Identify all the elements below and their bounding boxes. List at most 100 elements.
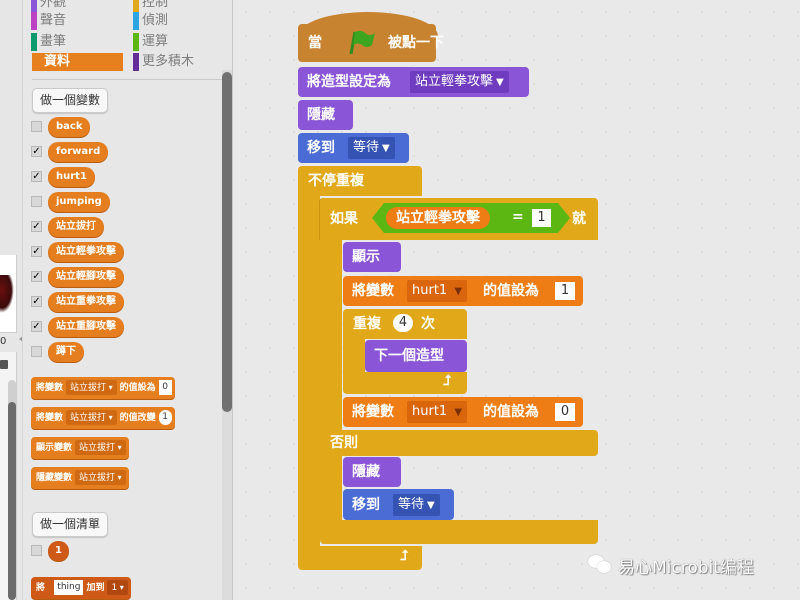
variable-checkbox[interactable]: ✓ — [31, 296, 42, 307]
variable-checkbox[interactable] — [31, 196, 42, 207]
equals-operator-block[interactable]: 站立輕拳攻擊 = 1 — [372, 203, 570, 233]
if-block-arm — [320, 240, 342, 430]
go-to-block[interactable]: 移到 等待 ▼ — [343, 489, 454, 520]
dropdown-arrow-icon: ▼ — [427, 500, 435, 511]
hide-block[interactable]: 隱藏 — [298, 100, 353, 130]
palette-show-variable-block[interactable]: 顯示變數 站立拔打 — [31, 437, 129, 459]
when-flag-clicked-block[interactable]: 當 被點一下 — [298, 24, 444, 62]
variable-reporter[interactable]: 站立重腳攻擊 — [48, 317, 124, 337]
variable-reporter[interactable]: 站立輕拳攻擊 — [386, 207, 490, 229]
if-else-block-foot — [320, 520, 598, 544]
repeat-block-arm — [343, 339, 365, 372]
variable-reporter[interactable]: 站立輕拳攻擊 — [48, 242, 124, 262]
make-variable-button[interactable]: 做一個變數 — [32, 88, 109, 113]
variable-checkbox[interactable] — [31, 121, 42, 132]
go-to-target-dropdown[interactable]: 等待 ▼ — [348, 137, 395, 159]
variable-dropdown[interactable]: 站立拔打 — [75, 470, 126, 485]
if-else-block[interactable]: 如果 站立輕拳攻擊 = 1 就 — [320, 198, 598, 240]
palette-set-variable-block[interactable]: 將變數站立拔打的值設為0 — [31, 377, 175, 399]
set-variable-block[interactable]: 將變數 hurt1 ▼ 的值設為 1 — [343, 276, 583, 306]
variable-reporter[interactable]: hurt1 — [48, 167, 95, 187]
go-to-block[interactable]: 移到 等待 ▼ — [298, 133, 409, 163]
variable-reporter[interactable]: 站立輕腳攻擊 — [48, 267, 124, 287]
loop-arrow-icon: ⮥ — [400, 548, 409, 564]
dropdown-arrow-icon: ▼ — [496, 77, 504, 88]
sprite-scrollbar-thumb[interactable] — [8, 402, 16, 600]
variable-checkbox[interactable]: ✓ — [31, 221, 42, 232]
green-flag-icon — [349, 30, 375, 55]
variable-reporter[interactable]: jumping — [48, 192, 110, 212]
set-variable-block[interactable]: 將變數 hurt1 ▼ 的值設為 0 — [343, 397, 583, 427]
dropdown-arrow-icon: ▼ — [382, 143, 390, 154]
category-looks[interactable]: 外觀 — [31, 0, 66, 12]
category-sound[interactable]: 聲音 — [31, 12, 66, 30]
palette-change-variable-block[interactable]: 將變數站立拔打的值改變1 — [31, 407, 175, 429]
camera-icon[interactable] — [0, 360, 8, 369]
list-dropdown[interactable]: 1 — [107, 580, 128, 595]
category-color-bar — [31, 12, 37, 30]
variable-reporter[interactable]: forward — [48, 142, 109, 162]
wechat-icon — [588, 555, 612, 575]
variable-checkbox[interactable] — [31, 346, 42, 357]
category-color-bar — [31, 0, 37, 12]
dropdown-arrow-icon: ▼ — [454, 407, 463, 418]
value-input[interactable]: 1 — [555, 282, 575, 300]
else-section: 否則 — [320, 430, 598, 456]
costume-dropdown[interactable]: 站立輕拳攻擊 ▼ — [410, 71, 509, 93]
variable-checkbox[interactable]: ✓ — [31, 171, 42, 182]
forever-block-foot: ⮥ — [298, 546, 422, 570]
category-color-bar — [133, 0, 139, 12]
variable-checkbox[interactable]: ✓ — [31, 146, 42, 157]
category-pen[interactable]: 畫筆 — [31, 33, 66, 51]
repeat-count-input[interactable]: 4 — [393, 314, 413, 332]
sprite-figure — [0, 275, 14, 313]
watermark: 易心Microbit编程 — [588, 553, 754, 578]
category-more-blocks[interactable]: 更多積木 — [133, 53, 194, 71]
make-list-button[interactable]: 做一個清單 — [32, 512, 109, 537]
variable-checkbox[interactable]: ✓ — [31, 271, 42, 282]
value-input[interactable]: 0 — [158, 380, 172, 395]
forever-block[interactable]: 不停重複 — [298, 166, 422, 196]
list-checkbox[interactable] — [31, 545, 42, 556]
category-divider — [32, 79, 230, 80]
stage-coordinate: 0 — [0, 336, 7, 347]
variable-reporter[interactable]: 站立拔打 — [48, 217, 104, 237]
category-data[interactable]: 資料 — [32, 53, 123, 71]
variable-dropdown[interactable]: 站立拔打 — [66, 380, 117, 395]
variable-reporter[interactable]: back — [48, 117, 91, 137]
loop-arrow-icon: ⮥ — [443, 373, 452, 389]
variable-dropdown[interactable]: 站立拔打 — [66, 410, 117, 425]
palette-add-to-list-block[interactable]: 將 thing 加到 1 — [31, 577, 131, 599]
variable-checkbox[interactable]: ✓ — [31, 321, 42, 332]
value-input[interactable]: 0 — [555, 403, 575, 421]
palette-scrollbar-thumb[interactable] — [222, 72, 232, 412]
variable-reporter[interactable]: 蹲下 — [48, 342, 84, 362]
category-color-bar — [133, 33, 139, 51]
variable-dropdown[interactable]: hurt1 ▼ — [407, 280, 468, 302]
palette-hide-variable-block[interactable]: 隱藏變數 站立拔打 — [31, 467, 129, 489]
hide-block[interactable]: 隱藏 — [343, 457, 401, 487]
else-block-arm — [320, 456, 342, 520]
repeat-block-foot: ⮥ — [343, 372, 467, 394]
dropdown-arrow-icon: ▼ — [454, 286, 463, 297]
item-input[interactable]: thing — [54, 580, 84, 595]
go-to-target-dropdown[interactable]: 等待 ▼ — [393, 494, 440, 516]
show-block[interactable]: 顯示 — [343, 242, 401, 272]
compare-value-input[interactable]: 1 — [532, 209, 551, 227]
variable-checkbox[interactable]: ✓ — [31, 246, 42, 257]
variable-dropdown[interactable]: hurt1 ▼ — [407, 401, 468, 423]
category-operators[interactable]: 運算 — [133, 33, 168, 51]
category-color-bar — [133, 12, 139, 30]
switch-costume-block[interactable]: 將造型設定為 站立輕拳攻擊 ▼ — [298, 67, 529, 97]
stage-preview[interactable] — [0, 255, 17, 333]
variable-reporter[interactable]: 站立重拳攻擊 — [48, 292, 124, 312]
variable-dropdown[interactable]: 站立拔打 — [75, 440, 126, 455]
list-reporter[interactable]: 1 — [48, 541, 69, 561]
forever-block-arm — [298, 196, 320, 546]
category-sensing[interactable]: 偵測 — [133, 12, 168, 30]
category-color-bar — [133, 53, 139, 71]
category-control[interactable]: 控制 — [133, 0, 168, 12]
repeat-block[interactable]: 重複 4 次 — [343, 309, 467, 339]
next-costume-block[interactable]: 下一個造型 — [365, 340, 467, 372]
value-input[interactable]: 1 — [158, 410, 172, 425]
